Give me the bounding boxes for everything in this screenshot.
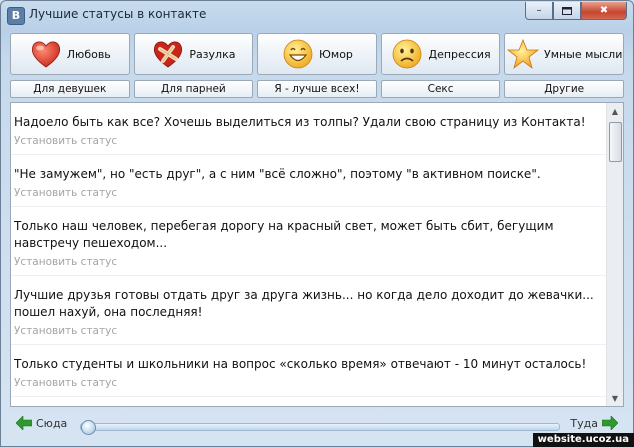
status-text: Только студенты и школьники на вопрос «с… — [14, 357, 587, 371]
subcategory-other-button[interactable]: Другие — [504, 80, 624, 98]
arrow-right-icon — [602, 416, 618, 430]
minimize-button[interactable]: – — [525, 2, 553, 20]
list-item: "Не замужем", но "есть друг", а с ним "в… — [11, 155, 608, 207]
page-slider[interactable] — [80, 420, 560, 435]
list-item: Только студенты и школьники на вопрос «с… — [11, 345, 608, 397]
status-text: Надоело быть как все? Хочешь выделиться … — [14, 115, 586, 129]
category-humor-button[interactable]: Юмор — [257, 33, 377, 75]
maximize-icon — [562, 6, 572, 15]
scrollbar-thumb[interactable] — [609, 122, 622, 162]
category-label: Умные мысли — [543, 47, 623, 61]
list-item: Лучшие друзья готовы отдать друг за друг… — [11, 276, 608, 345]
sad-smiley-icon — [393, 39, 422, 69]
category-bar: Любовь Разулка Юмор Депрессия Умные мысл… — [10, 33, 624, 77]
arrow-left-icon — [16, 416, 32, 430]
set-status-link[interactable]: Установить статус — [14, 183, 596, 206]
close-icon: ✖ — [599, 5, 609, 16]
maximize-button[interactable] — [553, 2, 581, 20]
category-label: Юмор — [319, 47, 353, 61]
category-breakup-button[interactable]: Разулка — [133, 33, 254, 75]
window-controls: – ✖ — [525, 2, 627, 20]
watermark: website.ucoz.ua — [532, 433, 634, 447]
next-label: Туда — [570, 416, 598, 430]
minimize-icon: – — [536, 5, 542, 16]
list-item: Надоело быть как все? Хочешь выделиться … — [11, 103, 608, 155]
status-text: Только наш человек, перебегая дорогу на … — [14, 219, 554, 250]
status-items: Надоело быть как все? Хочешь выделиться … — [11, 103, 608, 397]
set-status-link[interactable]: Установить статус — [14, 252, 596, 275]
subcategory-for-guys-button[interactable]: Для парней — [133, 80, 254, 98]
category-wise-thoughts-button[interactable]: Умные мысли — [504, 33, 624, 75]
prev-page-button[interactable]: Сюда — [16, 416, 67, 430]
vk-app-icon: В — [7, 7, 25, 25]
category-depression-button[interactable]: Депрессия — [380, 33, 501, 75]
laughing-smiley-icon — [283, 39, 313, 69]
close-button[interactable]: ✖ — [581, 2, 627, 20]
subcategory-im-the-best-button[interactable]: Я - лучше всех! — [257, 80, 377, 98]
set-status-link[interactable]: Установить статус — [14, 373, 596, 396]
status-text: Лучшие друзья готовы отдать друг за друг… — [14, 288, 594, 319]
star-icon — [506, 38, 540, 70]
title-bar[interactable]: В Лучшие статусы в контакте – ✖ — [1, 1, 633, 29]
app-window: В Лучшие статусы в контакте – ✖ Любовь Р… — [0, 0, 634, 447]
status-text: "Не замужем", но "есть друг", а с ним "в… — [14, 167, 541, 181]
list-item: Только наш человек, перебегая дорогу на … — [11, 207, 608, 276]
set-status-link[interactable]: Установить статус — [14, 321, 596, 344]
category-label: Любовь — [66, 47, 111, 61]
window-title: Лучшие статусы в контакте — [29, 7, 207, 21]
subcategory-bar: Для девушек Для парней Я - лучше всех! С… — [10, 80, 624, 98]
scroll-up-arrow-icon[interactable]: ▲ — [607, 103, 623, 119]
scroll-down-arrow-icon[interactable]: ▼ — [607, 390, 623, 406]
subcategory-for-girls-button[interactable]: Для девушек — [10, 80, 130, 98]
heart-icon — [31, 41, 60, 68]
prev-label: Сюда — [36, 416, 68, 430]
status-list[interactable]: Надоело быть как все? Хочешь выделиться … — [10, 102, 624, 407]
category-label: Разулка — [189, 47, 236, 61]
vertical-scrollbar[interactable]: ▲ ▼ — [606, 103, 623, 406]
category-love-button[interactable]: Любовь — [10, 33, 130, 75]
subcategory-sex-button[interactable]: Секс — [380, 80, 501, 98]
broken-heart-icon — [154, 41, 183, 68]
next-page-button[interactable]: Туда — [570, 416, 618, 430]
page-slider-handle[interactable] — [81, 420, 96, 435]
set-status-link[interactable]: Установить статус — [14, 131, 596, 154]
category-label: Депрессия — [428, 47, 491, 61]
